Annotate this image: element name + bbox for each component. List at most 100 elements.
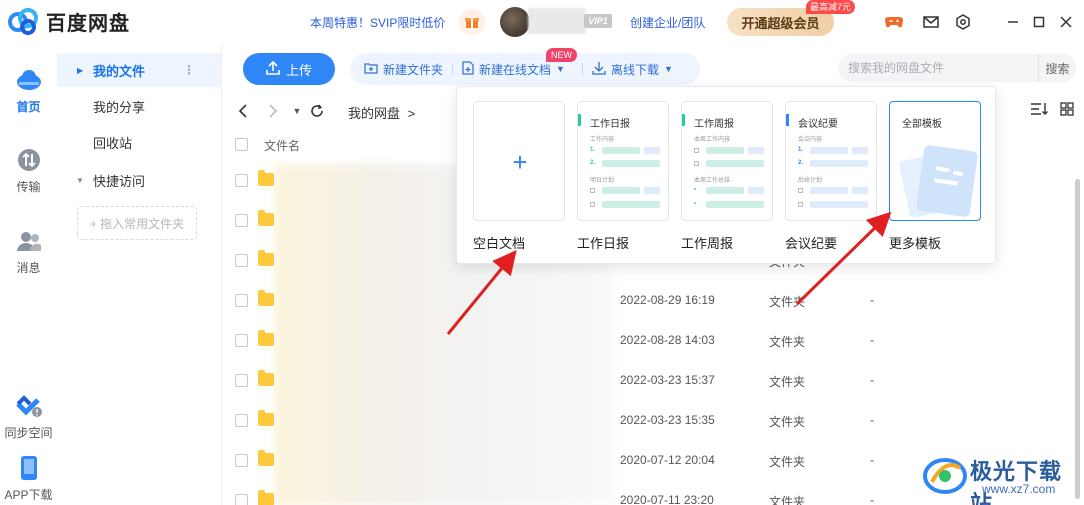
- template-card-all-templates[interactable]: 全部模板: [889, 101, 981, 221]
- row-checkbox[interactable]: [235, 454, 248, 467]
- back-icon[interactable]: [234, 102, 252, 120]
- table-row[interactable]: 2022-03-23 15:37 文件夹 -: [222, 361, 1077, 401]
- minimize-icon[interactable]: [1004, 13, 1022, 31]
- template-subtitle: 本周工作总结: [694, 178, 731, 184]
- placeholder-line: [748, 187, 764, 194]
- expand-triangle-icon[interactable]: ▶: [77, 66, 83, 75]
- placeholder-line: [706, 160, 764, 167]
- row-checkbox[interactable]: [235, 214, 248, 227]
- rail-item-message[interactable]: 消息: [0, 227, 57, 276]
- row-type: 文件夹: [769, 335, 806, 349]
- template-card-meeting-minutes[interactable]: 会议纪要 会议内容 1. 2. 后续计划: [785, 101, 877, 221]
- sidebar-item-label: 我的文件: [93, 63, 146, 79]
- new-badge: NEW: [546, 48, 577, 62]
- mail-icon[interactable]: [922, 13, 940, 31]
- template-subtitle: 明日计划: [590, 178, 615, 184]
- rail-item-sync-space[interactable]: 同步空间: [0, 392, 57, 441]
- row-checkbox[interactable]: [235, 334, 248, 347]
- template-label-blank[interactable]: 空白文档: [473, 233, 525, 252]
- breadcrumb-item-root[interactable]: 我的网盘: [348, 106, 400, 121]
- maximize-icon[interactable]: [1030, 13, 1048, 31]
- sidebar-item-my-shares[interactable]: 我的分享: [57, 89, 221, 123]
- search-input[interactable]: [838, 54, 1028, 82]
- promo-link[interactable]: 本周特惠！SVIP限时低价: [310, 14, 445, 31]
- close-icon[interactable]: [1057, 13, 1075, 31]
- row-date: 2022-03-23 15:37: [620, 373, 715, 387]
- placeholder-line: [852, 147, 868, 154]
- history-dropdown-icon[interactable]: ▼: [288, 102, 306, 120]
- template-title: 工作日报: [590, 119, 630, 130]
- gift-icon[interactable]: [459, 9, 485, 35]
- placeholder-line: [810, 160, 868, 167]
- upload-icon: [266, 60, 280, 78]
- template-label-meeting-minutes[interactable]: 会议纪要: [785, 233, 837, 252]
- template-label-daily-report[interactable]: 工作日报: [577, 233, 629, 252]
- breadcrumb-separator: >: [407, 106, 416, 121]
- checkbox-icon: [590, 202, 595, 207]
- template-subtitle: 会议内容: [798, 137, 823, 143]
- placeholder-line: [706, 187, 744, 194]
- user-avatar[interactable]: [500, 7, 530, 37]
- phone-icon: [15, 454, 43, 482]
- vip-discount-tag: 最高减7元: [806, 0, 856, 14]
- row-checkbox[interactable]: [235, 414, 248, 427]
- placeholder-line: [644, 147, 660, 154]
- forward-icon[interactable]: [264, 102, 282, 120]
- collapse-triangle-icon[interactable]: ▼: [76, 176, 84, 185]
- template-label-more-templates[interactable]: 更多模板: [889, 233, 941, 252]
- cloud-home-icon: [15, 66, 43, 94]
- search-button[interactable]: 搜索: [1038, 54, 1076, 82]
- scrollbar[interactable]: [1074, 134, 1081, 505]
- row-checkbox[interactable]: [235, 294, 248, 307]
- grid-view-icon[interactable]: [1060, 102, 1074, 119]
- rail-item-transfer[interactable]: 传输: [0, 146, 57, 195]
- row-checkbox[interactable]: [235, 494, 248, 505]
- rail-item-home[interactable]: 首页: [0, 66, 57, 115]
- row-checkbox[interactable]: [235, 254, 248, 267]
- breadcrumb: 我的网盘 >: [348, 103, 415, 122]
- template-accent-bar: [786, 114, 789, 126]
- sidebar-item-my-files[interactable]: ▶ 我的文件 ⋮: [57, 53, 221, 87]
- quick-access-drop-area[interactable]: + 拖入常用文件夹: [77, 206, 197, 240]
- table-row[interactable]: 2022-08-28 14:03 文件夹 -: [222, 321, 1077, 361]
- rail-item-app-download[interactable]: APP下载: [0, 454, 57, 503]
- template-accent-bar: [682, 114, 685, 126]
- scrollbar-thumb[interactable]: [1075, 179, 1080, 499]
- create-team-link[interactable]: 创建企业/团队: [630, 14, 705, 31]
- template-card-blank[interactable]: +: [473, 101, 565, 221]
- offline-download-label: 离线下载: [611, 62, 660, 77]
- new-folder-button[interactable]: 新建文件夹: [364, 53, 443, 85]
- row-checkbox[interactable]: [235, 374, 248, 387]
- sidebar-item-quick-access[interactable]: ▼ 快捷访问: [57, 163, 221, 197]
- folder-icon: [258, 210, 274, 226]
- settings-icon[interactable]: [954, 13, 972, 31]
- new-folder-icon: [364, 62, 378, 77]
- title-bar: 百度网盘 本周特惠！SVIP限时低价 VIP1 创建企业/团队 开通超级会员 最…: [0, 0, 1084, 44]
- row-checkbox[interactable]: [235, 174, 248, 187]
- sidebar-item-label: 我的分享: [93, 99, 146, 115]
- template-label-weekly-report[interactable]: 工作周报: [681, 233, 733, 252]
- folder-icon: [258, 410, 274, 426]
- toolbar-divider: [582, 63, 583, 75]
- refresh-icon[interactable]: [308, 102, 326, 120]
- sort-icon[interactable]: [1030, 102, 1048, 119]
- app-window: 百度网盘 本周特惠！SVIP限时低价 VIP1 创建企业/团队 开通超级会员 最…: [0, 0, 1084, 505]
- table-row[interactable]: 2022-08-29 16:19 文件夹 -: [222, 281, 1077, 321]
- game-icon[interactable]: [885, 13, 903, 31]
- templates-illustration-icon: [894, 138, 978, 218]
- table-row[interactable]: 2022-03-23 15:35 文件夹 -: [222, 401, 1077, 441]
- column-header-name[interactable]: 文件名: [264, 137, 300, 154]
- watermark-logo-icon: [923, 458, 967, 494]
- select-all-checkbox[interactable]: [235, 138, 248, 151]
- sidebar-item-recycle-bin[interactable]: 回收站: [57, 125, 221, 159]
- baidu-netdisk-logo-icon: [8, 6, 40, 36]
- upload-button[interactable]: 上传: [243, 53, 335, 85]
- row-size: -: [870, 373, 874, 387]
- vip-level-badge: VIP1: [584, 14, 612, 28]
- template-card-weekly-report[interactable]: 工作周报 本周工作内容 本周工作总结 • •: [681, 101, 773, 221]
- more-options-icon[interactable]: ⋮: [183, 63, 195, 77]
- offline-download-button[interactable]: 离线下载 ▼: [592, 53, 673, 85]
- template-card-daily-report[interactable]: 工作日报 工作内容 1. 2. 明日计划: [577, 101, 669, 221]
- placeholder-line: [706, 201, 764, 208]
- placeholder-line: [810, 147, 848, 154]
